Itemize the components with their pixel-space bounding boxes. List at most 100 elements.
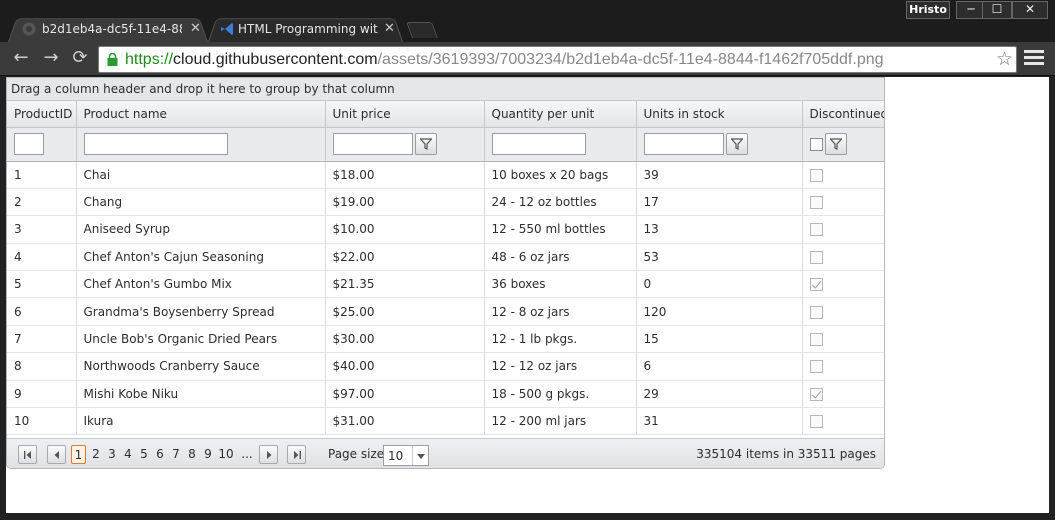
- discontinued-checkbox[interactable]: [809, 223, 823, 237]
- visual-studio-icon: [221, 23, 233, 35]
- page-link[interactable]: 7: [170, 445, 182, 464]
- table-row[interactable]: 2 Chang $19.00 24 - 12 oz bottles 17: [7, 188, 884, 217]
- cell-qty: 12 - 200 ml jars: [484, 407, 637, 436]
- bookmark-star-icon[interactable]: ☆: [996, 48, 1013, 70]
- discontinued-checkbox[interactable]: [809, 305, 823, 319]
- units-in-stock-filter-input[interactable]: [643, 133, 724, 155]
- page-link[interactable]: 4: [122, 445, 134, 464]
- lock-icon: [107, 53, 118, 66]
- cell-discontinued: [802, 243, 884, 272]
- page-link[interactable]: 3: [106, 445, 118, 464]
- cell-discontinued: [802, 297, 884, 326]
- discontinued-checkbox[interactable]: [809, 278, 823, 292]
- cell-stock: 17: [636, 188, 803, 217]
- discontinued-checkbox[interactable]: [809, 387, 823, 401]
- cell-id: 9: [7, 380, 77, 409]
- column-header-unit-price[interactable]: Unit price: [325, 101, 485, 128]
- cell-stock: 53: [636, 243, 803, 272]
- back-button[interactable]: ←: [10, 48, 32, 70]
- discontinued-checkbox[interactable]: [809, 196, 823, 210]
- cell-id: 6: [7, 297, 77, 326]
- column-header-units-in-stock[interactable]: Units in stock: [636, 101, 803, 128]
- table-row[interactable]: 6 Grandma's Boysenberry Spread $25.00 12 - …: [7, 297, 884, 326]
- cell-discontinued: [802, 188, 884, 217]
- cell-stock: 120: [636, 297, 803, 326]
- column-header-productid[interactable]: ProductID: [7, 101, 77, 128]
- table-row[interactable]: 1 Chai $18.00 10 boxes x 20 bags 39: [7, 161, 884, 189]
- cell-name: Mishi Kobe Niku: [76, 380, 326, 409]
- grid-pager: 1 2 3 4 5 6 7 8 9 10... Page size: 10 335104 item…: [7, 438, 884, 468]
- tab-close-icon[interactable]: ✕: [384, 16, 395, 42]
- tab-html-programming[interactable]: HTML Programming with ✕: [208, 16, 403, 42]
- last-page-button[interactable]: [287, 445, 306, 464]
- page-link[interactable]: 8: [186, 445, 198, 464]
- page-size-dropdown[interactable]: 10: [383, 445, 429, 466]
- tab-github-image[interactable]: b2d1eb4a-dc5f-11e4-8844 ✕: [8, 16, 208, 42]
- cell-price: $40.00: [325, 352, 485, 381]
- quantity-filter-input[interactable]: [491, 133, 586, 155]
- page-link[interactable]: 9: [202, 445, 214, 464]
- first-page-button[interactable]: [18, 445, 37, 464]
- page-link[interactable]: 5: [138, 445, 150, 464]
- cell-stock: 15: [636, 325, 803, 354]
- page-link[interactable]: ...: [239, 445, 255, 464]
- table-row[interactable]: 3 Aniseed Syrup $10.00 12 - 550 ml bottles 1…: [7, 215, 884, 244]
- unit-price-filter-input[interactable]: [332, 133, 413, 155]
- table-row[interactable]: 5 Chef Anton's Gumbo Mix $21.35 36 boxes 0: [7, 270, 884, 299]
- cell-name: Chef Anton's Cajun Seasoning: [76, 243, 326, 272]
- cell-discontinued: [802, 215, 884, 244]
- column-header-quantity-per-unit[interactable]: Quantity per unit: [484, 101, 637, 128]
- product-name-filter-input[interactable]: [83, 133, 228, 155]
- cell-discontinued: [802, 380, 884, 409]
- next-page-button[interactable]: [259, 445, 278, 464]
- browser-toolbar: ← → ⟳ https://cloud.githubusercontent.co…: [0, 42, 1055, 76]
- page-link[interactable]: 6: [154, 445, 166, 464]
- page-link[interactable]: 1: [71, 445, 86, 464]
- group-drop-area[interactable]: Drag a column header and drop it here to…: [7, 78, 884, 101]
- cell-stock: 29: [636, 380, 803, 409]
- column-header-discontinued[interactable]: Discontinued: [802, 101, 884, 128]
- unit-price-filter-button[interactable]: [414, 133, 437, 155]
- cell-price: $31.00: [325, 407, 485, 436]
- cell-name: Chang: [76, 188, 326, 217]
- tab-close-icon[interactable]: ✕: [190, 16, 201, 42]
- page-link[interactable]: 2: [90, 445, 102, 464]
- table-row[interactable]: 8 Northwoods Cranberry Sauce $40.00 12 - 12…: [7, 352, 884, 381]
- table-row[interactable]: 7 Uncle Bob's Organic Dried Pears $30.00 12…: [7, 325, 884, 354]
- address-bar[interactable]: https://cloud.githubusercontent.com/asse…: [98, 46, 1017, 73]
- productid-filter-input[interactable]: [14, 133, 44, 155]
- cell-qty: 12 - 1 lb pkgs.: [484, 325, 637, 354]
- units-in-stock-filter-button[interactable]: [725, 133, 748, 155]
- cell-stock: 0: [636, 270, 803, 299]
- new-tab-button[interactable]: [406, 22, 438, 38]
- discontinued-checkbox[interactable]: [809, 250, 823, 264]
- page-size-value: 10: [388, 449, 404, 463]
- cell-stock: 13: [636, 215, 803, 244]
- filter-icon: [730, 138, 743, 150]
- discontinued-filter-button[interactable]: [824, 133, 847, 155]
- first-page-icon: [24, 451, 31, 459]
- cell-id: 3: [7, 215, 77, 244]
- discontinued-checkbox[interactable]: [809, 168, 823, 182]
- cell-name: Chef Anton's Gumbo Mix: [76, 270, 326, 299]
- table-row[interactable]: 4 Chef Anton's Cajun Seasoning $22.00 48 - …: [7, 243, 884, 272]
- table-row[interactable]: 9 Mishi Kobe Niku $97.00 18 - 500 g pkgs. 29: [7, 380, 884, 409]
- column-header-product-name[interactable]: Product name: [76, 101, 326, 128]
- table-row[interactable]: 10 Ikura $31.00 12 - 200 ml jars 31: [7, 407, 884, 436]
- discontinued-checkbox[interactable]: [809, 360, 823, 374]
- cell-discontinued: [802, 270, 884, 299]
- maximize-button[interactable]: ☐: [982, 1, 1012, 19]
- tab-title: HTML Programming with: [238, 22, 378, 36]
- discontinued-checkbox[interactable]: [809, 415, 823, 429]
- menu-icon[interactable]: [1024, 50, 1044, 70]
- user-profile-button[interactable]: Hristo: [906, 1, 950, 19]
- close-window-button[interactable]: ✕: [1012, 1, 1048, 19]
- cell-price: $22.00: [325, 243, 485, 272]
- previous-page-button[interactable]: [47, 445, 66, 464]
- grid-table: ProductID Product name Unit price Quanti…: [7, 101, 884, 436]
- forward-button[interactable]: →: [40, 48, 62, 70]
- reload-button[interactable]: ⟳: [69, 48, 91, 70]
- page-link[interactable]: 10: [217, 445, 235, 464]
- discontinued-checkbox[interactable]: [809, 333, 823, 347]
- discontinued-filter-checkbox[interactable]: [809, 137, 823, 151]
